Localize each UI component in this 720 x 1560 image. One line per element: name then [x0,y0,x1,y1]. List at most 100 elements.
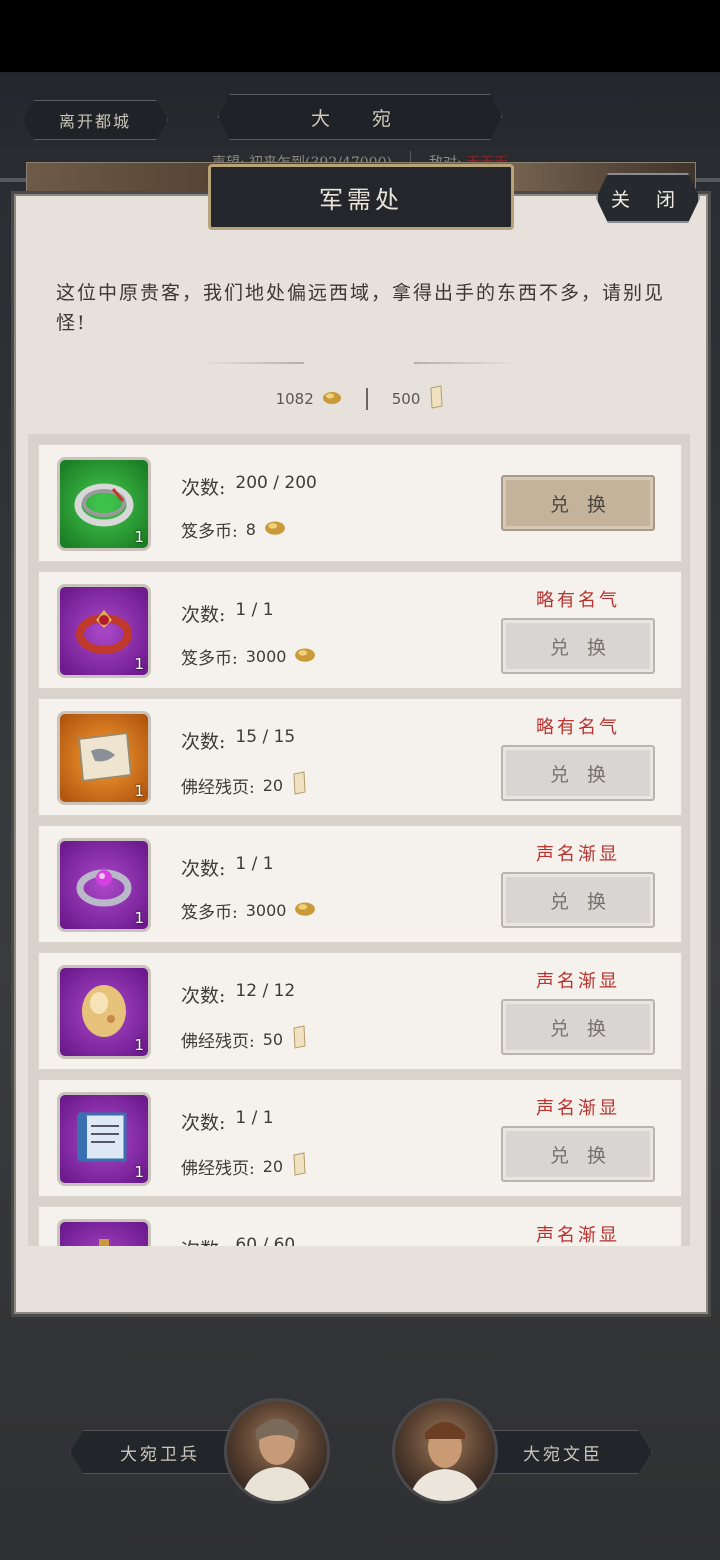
exchange-count: 次数: 1 / 1 [181,600,274,627]
gold-nugget-icon [264,518,286,541]
count-value: 200 / 200 [235,473,317,493]
count-label: 次数: [181,858,226,880]
item-slot[interactable]: 1 [57,457,151,551]
currency-scroll: 500 [392,385,445,413]
exchange-button[interactable]: 兑换 [501,618,655,674]
item-quantity: 1 [134,1163,144,1181]
item-slot[interactable]: 1 [57,838,151,932]
exchange-item-row: 1 次数: 1 / 1 佛经残页: 20 声名渐显兑换 [38,1079,682,1197]
cost-label: 佛经残页: [181,1159,255,1179]
cost-value: 8 [245,520,256,539]
blue-scroll-icon [69,1102,139,1176]
reputation-requirement: 声名渐显 [536,971,620,992]
scroll-page-icon [428,385,444,413]
exchange-item-row: 1次数:60 / 60声名渐显兑换 [38,1206,682,1246]
item-slot[interactable]: 1 [57,1092,151,1186]
npc-guard-portrait[interactable] [224,1398,330,1504]
count-label: 次数: [181,985,226,1007]
cost-value: 3000 [245,901,287,920]
panel-title: 军需处 [208,164,514,230]
item-quantity: 1 [134,528,144,546]
exchange-item-row: 1 次数: 200 / 200 笈多币: 8 兑换 [38,444,682,562]
cost-value: 20 [262,1157,284,1176]
count-value: 12 / 12 [235,981,296,1001]
reputation-requirement: 略有名气 [536,590,620,611]
ornament-left [200,362,304,364]
count-label: 次数: [181,477,226,499]
count-value: 1 / 1 [235,854,274,874]
count-value: 15 / 15 [235,727,296,747]
npc-guard-label[interactable]: 大宛卫兵 [70,1430,250,1474]
cost-label: 笈多币: [181,903,238,923]
ruby-ring-icon [69,594,139,668]
cost-value: 20 [262,776,284,795]
currency-row: 1082 500 [0,384,720,414]
scroll-page-icon [291,1025,307,1054]
count-label: 次数: [181,604,226,626]
divider [365,388,368,410]
item-quantity: 1 [134,1036,144,1054]
leave-city-button[interactable]: 离开都城 [22,100,168,140]
exchange-count: 次数: 1 / 1 [181,1108,274,1135]
intro-text: 这位中原贵客，我们地处偏远西域，拿得出手的东西不多，请别见怪! [56,282,666,334]
item-slot[interactable]: 1 [57,711,151,805]
exchange-button[interactable]: 兑换 [501,999,655,1055]
item-slot[interactable]: 1 [57,965,151,1059]
exchange-button[interactable]: 兑换 [501,475,655,531]
item-quantity: 1 [134,782,144,800]
npc-official-label[interactable]: 大宛文臣 [474,1430,652,1474]
exchange-item-row: 1 次数: 1 / 1 笈多币: 3000 略有名气兑换 [38,571,682,689]
exchange-button[interactable]: 兑换 [501,872,655,928]
gold-nugget-icon [294,645,316,668]
cost-label: 笈多币: [181,649,238,669]
scroll-page-icon [291,1152,307,1181]
count-label: 次数: [181,731,226,753]
city-title: 大 宛 [218,94,502,140]
potion-icon [69,1229,139,1246]
exchange-cost: 佛经残页: 50 [181,1025,307,1054]
cost-label: 佛经残页: [181,778,255,798]
count-value: 60 / 60 [235,1235,296,1246]
count-value: 1 / 1 [235,600,274,620]
exchange-count: 次数: 12 / 12 [181,981,295,1008]
reputation-requirement: 声名渐显 [536,1225,620,1246]
count-value: 1 / 1 [235,1108,274,1128]
amethyst-ring-icon [69,848,139,922]
cost-value: 3000 [245,647,287,666]
reputation-requirement: 略有名气 [536,717,620,738]
currency-gold: 1082 [276,389,342,409]
gold-nugget-icon [294,899,316,922]
currency-gold-amount: 1082 [275,390,314,408]
reputation-requirement: 声名渐显 [536,844,620,865]
exchange-cost: 笈多币: 8 [181,517,286,542]
exchange-list[interactable]: 1 次数: 200 / 200 笈多币: 8 兑换 1 次数: 1 / 1 笈多币: 3000 略有名… [28,434,690,1246]
reputation-requirement: 声名渐显 [536,1098,620,1119]
npc-official-portrait[interactable] [392,1398,498,1504]
exchange-cost: 笈多币: 3000 [181,898,316,923]
exchange-cost: 笈多币: 3000 [181,644,316,669]
exchange-item-row: 1 次数: 12 / 12 佛经残页: 50 声名渐显兑换 [38,952,682,1070]
gold-nugget-icon [322,389,342,409]
item-slot[interactable]: 1 [57,1219,151,1246]
exchange-cost: 佛经残页: 20 [181,771,307,800]
scroll-page-icon [291,771,307,800]
exchange-item-row: 1 次数: 1 / 1 笈多币: 3000 声名渐显兑换 [38,825,682,943]
item-slot[interactable]: 1 [57,584,151,678]
map-scroll-icon [69,721,139,795]
cost-value: 50 [262,1030,284,1049]
item-quantity: 1 [134,655,144,673]
exchange-count: 次数: 60 / 60 [181,1235,295,1246]
count-label: 次数: [181,1112,226,1134]
close-button[interactable]: 关 闭 [596,173,700,223]
currency-scroll-amount: 500 [391,390,421,408]
exchange-count: 次数: 1 / 1 [181,854,274,881]
exchange-count: 次数: 200 / 200 [181,473,317,500]
cost-label: 佛经残页: [181,1032,255,1052]
status-bar [0,0,720,72]
cost-label: 笈多币: [181,522,238,542]
exchange-item-row: 1 次数: 15 / 15 佛经残页: 20 略有名气兑换 [38,698,682,816]
exchange-cost: 佛经残页: 20 [181,1152,307,1181]
exchange-button[interactable]: 兑换 [501,1126,655,1182]
exchange-button[interactable]: 兑换 [501,745,655,801]
count-label: 次数: [181,1235,225,1246]
